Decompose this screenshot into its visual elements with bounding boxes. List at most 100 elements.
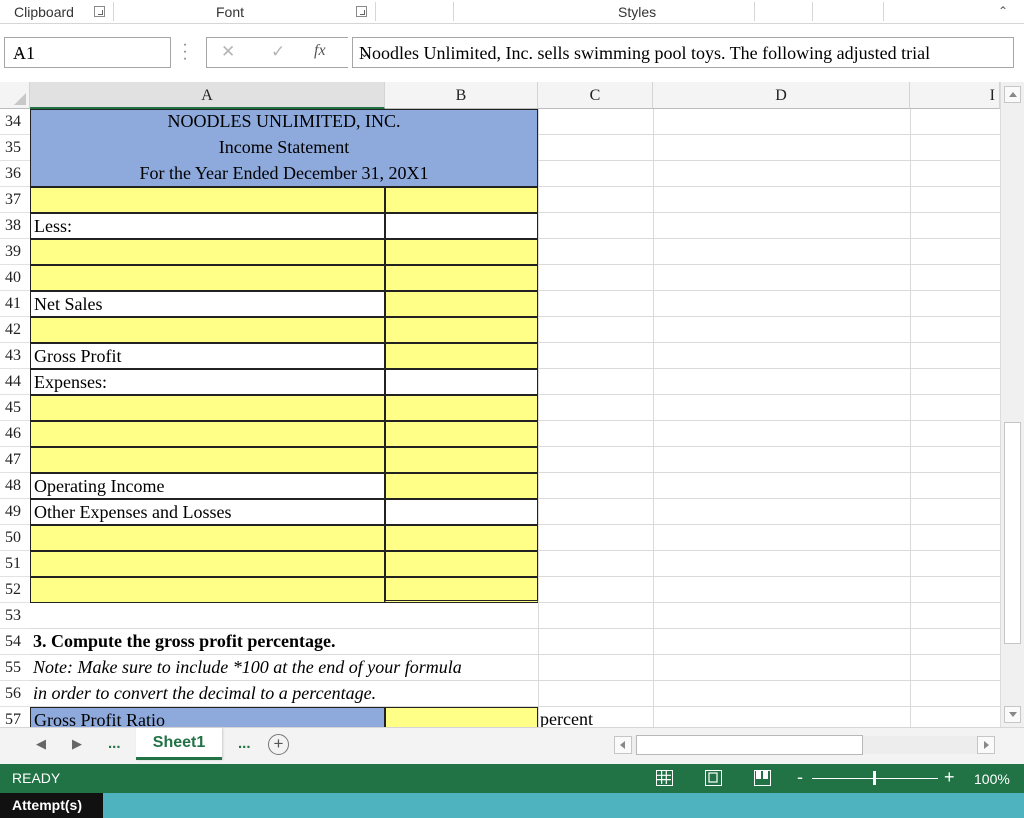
zoom-in-icon[interactable]: + xyxy=(944,767,955,788)
check-icon[interactable]: ✓ xyxy=(271,42,285,62)
cell-b57[interactable] xyxy=(385,707,538,727)
row-header[interactable]: 36 xyxy=(0,161,30,187)
cell-b52[interactable] xyxy=(385,577,538,603)
row-header[interactable]: 47 xyxy=(0,447,30,473)
clipboard-launcher-icon[interactable] xyxy=(94,6,105,17)
row-header[interactable]: 45 xyxy=(0,395,30,421)
cell-a53[interactable] xyxy=(30,603,385,629)
tab-next-icon[interactable]: ▶ xyxy=(72,736,82,752)
zoom-level[interactable]: 100% xyxy=(974,771,1010,787)
cell-a43[interactable]: Gross Profit xyxy=(30,343,385,369)
chevron-down-icon[interactable]: ⌄ xyxy=(359,45,1005,61)
normal-view-icon[interactable] xyxy=(656,770,673,786)
cell-b49[interactable] xyxy=(385,499,538,525)
cell-b37[interactable] xyxy=(385,187,538,213)
cell-b47[interactable] xyxy=(385,447,538,473)
cell-a35[interactable]: Income Statement xyxy=(30,135,538,161)
formula-input[interactable]: Noodles Unlimited, Inc. sells swimming p… xyxy=(352,37,1014,68)
cell-b44[interactable] xyxy=(385,369,538,395)
row-header[interactable]: 54 xyxy=(0,629,30,655)
scroll-down-icon[interactable] xyxy=(1004,706,1021,723)
row-header[interactable]: 43 xyxy=(0,343,30,369)
cell-a52[interactable] xyxy=(30,577,385,603)
row-header[interactable]: 37 xyxy=(0,187,30,213)
tab-ellipsis-right[interactable]: ... xyxy=(238,735,251,752)
name-box[interactable]: A1 ⌄ xyxy=(4,37,171,68)
row-header[interactable]: 40 xyxy=(0,265,30,291)
cell-a47[interactable] xyxy=(30,447,385,473)
cell-b53[interactable] xyxy=(385,603,538,629)
page-layout-view-icon[interactable] xyxy=(705,770,722,786)
cell-a44[interactable]: Expenses: xyxy=(30,369,385,395)
drag-handle-icon[interactable]: · · · xyxy=(181,37,189,67)
column-header-next[interactable]: I xyxy=(910,82,1000,109)
cell-b38[interactable] xyxy=(385,213,538,239)
chevron-down-icon[interactable]: ⌄ xyxy=(13,44,164,60)
tab-ellipsis-left[interactable]: ... xyxy=(108,735,121,752)
cell-a55[interactable]: Note: Make sure to include *100 at the e… xyxy=(30,655,462,681)
scroll-right-icon[interactable] xyxy=(977,736,995,754)
cell-b39[interactable] xyxy=(385,239,538,265)
plus-circle-icon[interactable]: + xyxy=(268,734,289,755)
cell-b45[interactable] xyxy=(385,395,538,421)
zoom-slider-knob[interactable] xyxy=(873,771,876,785)
vertical-scrollbar[interactable] xyxy=(1000,82,1024,727)
row-header[interactable]: 34 xyxy=(0,109,30,135)
cell-a48[interactable]: Operating Income xyxy=(30,473,385,499)
row-header[interactable]: 49 xyxy=(0,499,30,525)
cell-a46[interactable] xyxy=(30,421,385,447)
cell-a57[interactable]: Gross Profit Ratio xyxy=(30,707,385,727)
page-break-view-icon[interactable] xyxy=(754,770,771,786)
row-header[interactable]: 42 xyxy=(0,317,30,343)
cell-a41[interactable]: Net Sales xyxy=(30,291,385,317)
vertical-scroll-thumb[interactable] xyxy=(1004,422,1021,644)
row-header[interactable]: 57 xyxy=(0,707,30,727)
cell-a42[interactable] xyxy=(30,317,385,343)
cell-a54[interactable]: 3. Compute the gross profit percentage. xyxy=(30,629,385,655)
row-header[interactable]: 44 xyxy=(0,369,30,395)
cell-a37[interactable] xyxy=(30,187,385,213)
row-header[interactable]: 46 xyxy=(0,421,30,447)
row-header[interactable]: 39 xyxy=(0,239,30,265)
cell-b42[interactable] xyxy=(385,317,538,343)
row-header[interactable]: 48 xyxy=(0,473,30,499)
cell-a40[interactable] xyxy=(30,265,385,291)
cell-b46[interactable] xyxy=(385,421,538,447)
cell-b48[interactable] xyxy=(385,473,538,499)
column-header-c[interactable]: C xyxy=(538,82,653,109)
tab-sheet1[interactable]: Sheet1 xyxy=(136,728,222,760)
cell-b41[interactable] xyxy=(385,291,538,317)
select-all-corner[interactable] xyxy=(0,82,30,109)
cell-a45[interactable] xyxy=(30,395,385,421)
cell-a56[interactable]: in order to convert the decimal to a per… xyxy=(30,681,385,707)
column-header-d[interactable]: D xyxy=(653,82,910,109)
scroll-up-icon[interactable] xyxy=(1004,86,1021,103)
column-header-b[interactable]: B xyxy=(385,82,538,109)
cell-a39[interactable] xyxy=(30,239,385,265)
cell-b50[interactable] xyxy=(385,525,538,551)
row-header[interactable]: 38 xyxy=(0,213,30,239)
cell-b40[interactable] xyxy=(385,265,538,291)
close-icon[interactable]: ✕ xyxy=(221,42,235,62)
chevron-up-icon[interactable]: ⌃ xyxy=(998,4,1008,18)
cell-a38[interactable]: Less: xyxy=(30,213,385,239)
spreadsheet-grid[interactable]: A B C D I 34 NOODLES UNLIMITED, INC. 35 Inc… xyxy=(0,82,1000,727)
row-header[interactable]: 56 xyxy=(0,681,30,707)
cell-a49[interactable]: Other Expenses and Losses xyxy=(30,499,385,525)
column-header-a[interactable]: A xyxy=(30,82,385,109)
row-header[interactable]: 41 xyxy=(0,291,30,317)
font-launcher-icon[interactable] xyxy=(356,6,367,17)
cell-a51[interactable] xyxy=(30,551,385,577)
cell-a50[interactable] xyxy=(30,525,385,551)
row-header[interactable]: 50 xyxy=(0,525,30,551)
tab-prev-icon[interactable]: ◀ xyxy=(36,736,46,752)
cell-b51[interactable] xyxy=(385,551,538,577)
horizontal-scroll-thumb[interactable] xyxy=(636,735,863,755)
cell-b54[interactable] xyxy=(385,629,538,655)
cell-a36[interactable]: For the Year Ended December 31, 20X1 xyxy=(30,161,538,187)
zoom-out-icon[interactable]: - xyxy=(797,767,803,788)
function-icon[interactable]: fx xyxy=(314,42,326,60)
row-header[interactable]: 52 xyxy=(0,577,30,603)
row-header[interactable]: 35 xyxy=(0,135,30,161)
cell-c57[interactable]: percent xyxy=(540,707,593,727)
